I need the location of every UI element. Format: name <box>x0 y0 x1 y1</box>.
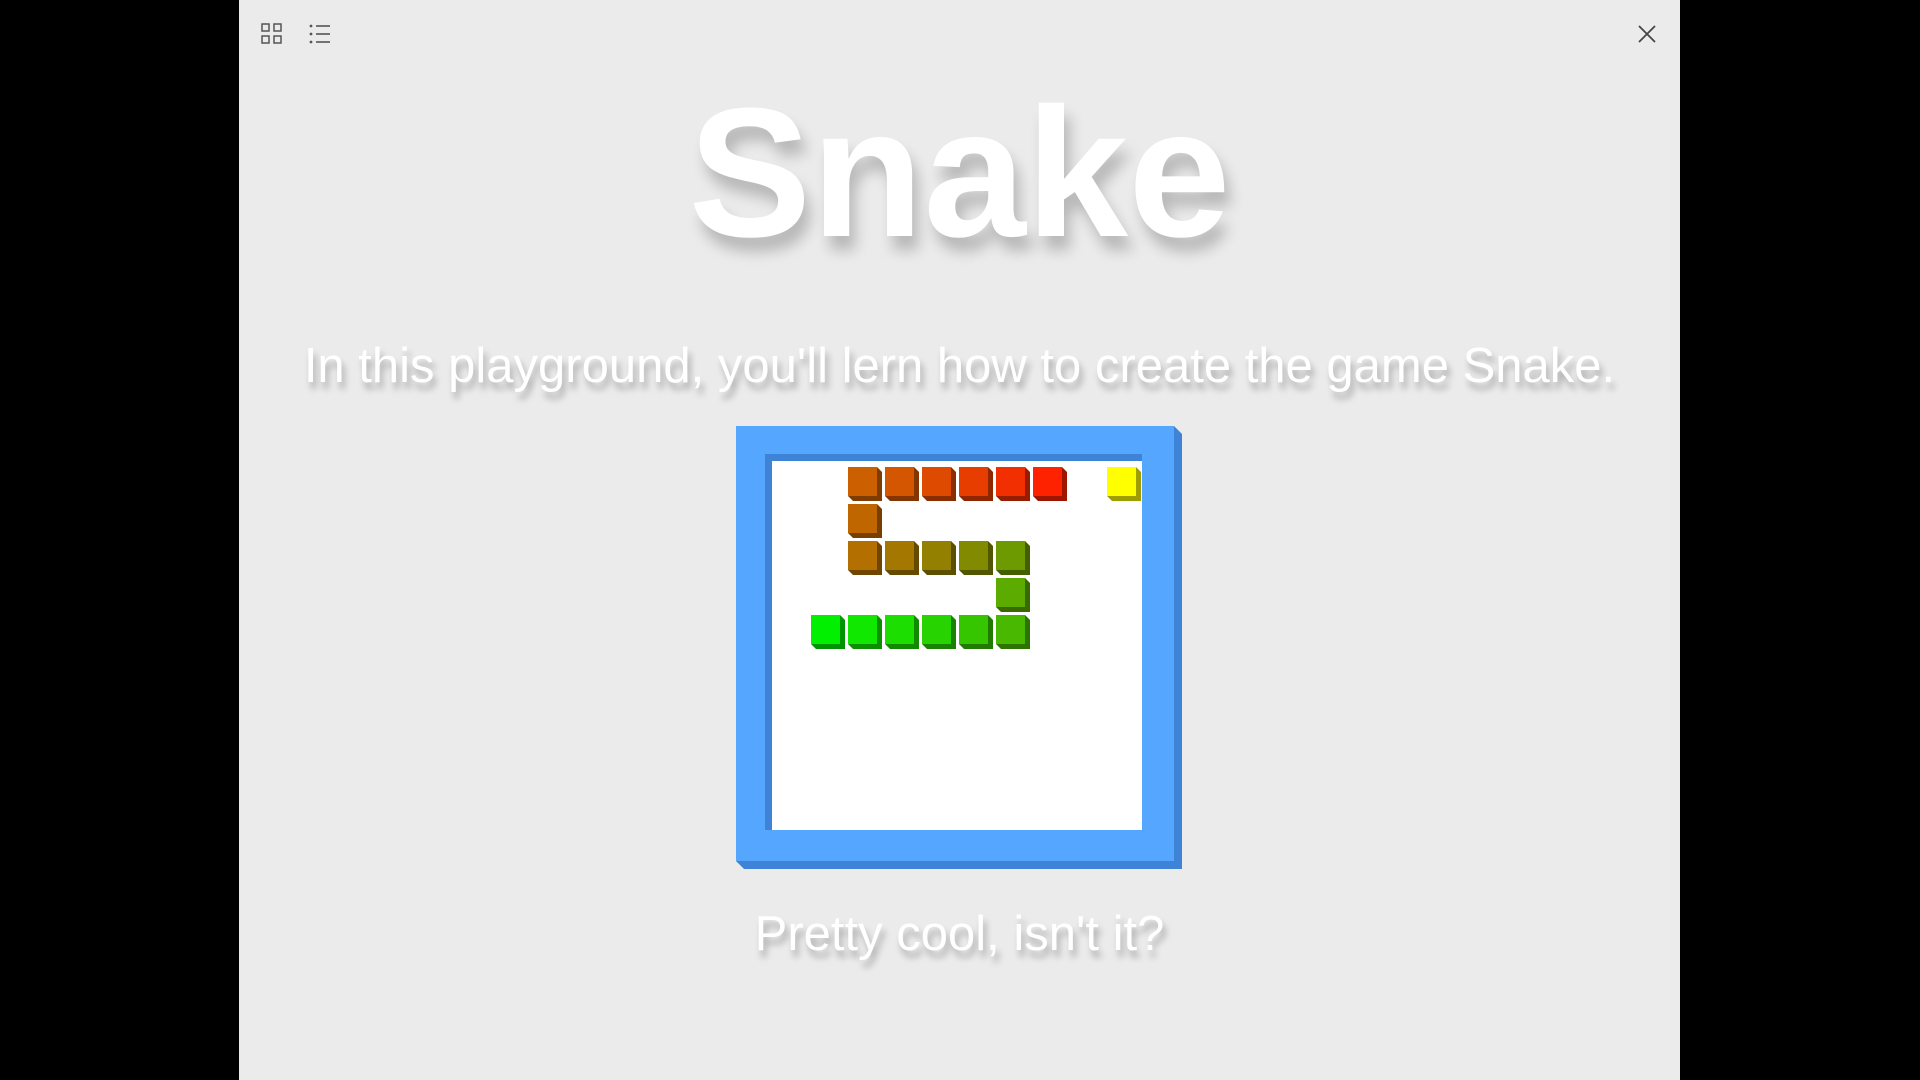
page-title: Snake <box>688 69 1231 275</box>
food-block <box>1107 467 1136 496</box>
playground-page: Snake In this playground, you'll lern ho… <box>239 0 1680 1080</box>
list-view-icon <box>309 24 330 44</box>
close-button[interactable] <box>1633 20 1661 48</box>
snake-segment <box>922 615 951 644</box>
snake-head <box>1033 467 1062 496</box>
snake-segment <box>811 615 840 644</box>
snake-game-board <box>736 426 1182 869</box>
grid-view-icon <box>261 23 282 44</box>
footer-caption: Pretty cool, isn't it? <box>754 907 1165 961</box>
grid-view-button[interactable] <box>258 20 286 48</box>
snake-segment <box>848 467 877 496</box>
snake-segment <box>848 615 877 644</box>
game-board-graphic <box>736 426 1182 869</box>
snake-segment <box>885 467 914 496</box>
snake-segment <box>959 467 988 496</box>
snake-segment <box>996 467 1025 496</box>
snake-segment <box>885 541 914 570</box>
list-view-button[interactable] <box>306 20 334 48</box>
snake-segment <box>922 467 951 496</box>
snake-segment <box>848 541 877 570</box>
snake-segment <box>922 541 951 570</box>
snake-segment <box>848 504 877 533</box>
snake-segment <box>996 578 1025 607</box>
snake-segment <box>996 541 1025 570</box>
close-icon <box>1638 25 1656 43</box>
snake-segment <box>959 541 988 570</box>
snake-segment <box>996 615 1025 644</box>
snake-segment <box>959 615 988 644</box>
snake-segment <box>885 615 914 644</box>
page-subtitle: In this playground, you'll lern how to c… <box>303 339 1616 393</box>
